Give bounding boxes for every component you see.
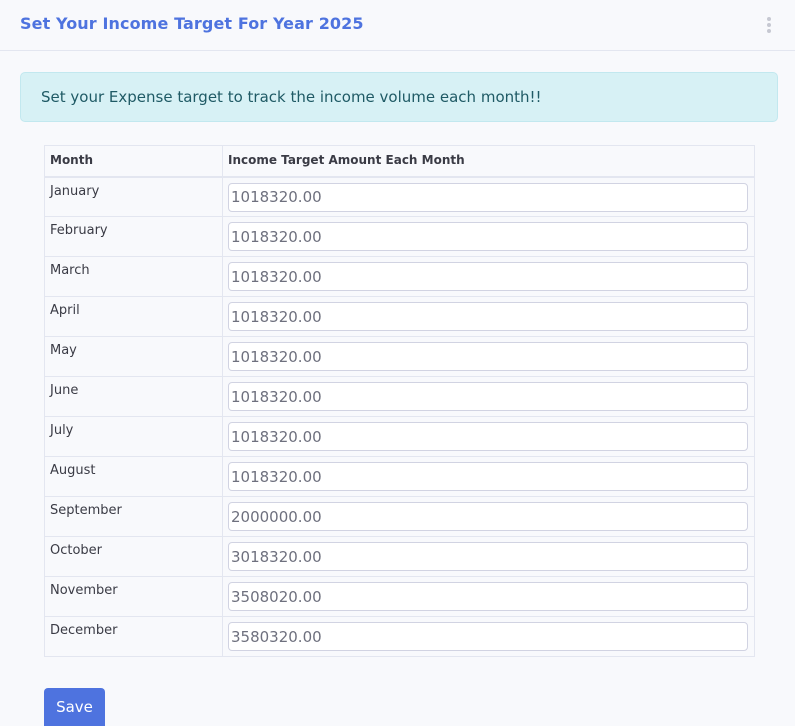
- info-alert: Set your Expense target to track the inc…: [20, 72, 778, 122]
- card-header: Set Your Income Target For Year 2025: [0, 0, 795, 51]
- amount-cell: [222, 216, 755, 257]
- amount-input-january[interactable]: [228, 182, 748, 212]
- table-row: August: [44, 456, 755, 497]
- income-target-table: Month Income Target Amount Each Month Ja…: [44, 145, 755, 657]
- month-label: January: [44, 176, 223, 217]
- amount-cell: [222, 536, 755, 577]
- amount-input-november[interactable]: [228, 582, 748, 611]
- amount-cell: [222, 256, 755, 297]
- month-label: September: [44, 496, 223, 537]
- amount-input-august[interactable]: [228, 462, 748, 491]
- month-label: February: [44, 216, 223, 257]
- vertical-dots-icon[interactable]: [766, 17, 772, 33]
- table-row: March: [44, 256, 755, 297]
- page-title: Set Your Income Target For Year 2025: [20, 14, 364, 33]
- month-label: November: [44, 576, 223, 617]
- table-header-row: Month Income Target Amount Each Month: [44, 145, 755, 178]
- table-row: September: [44, 496, 755, 537]
- month-label: May: [44, 336, 223, 377]
- column-header-month: Month: [44, 145, 223, 178]
- amount-input-march[interactable]: [228, 262, 748, 291]
- month-label: April: [44, 296, 223, 337]
- amount-cell: [222, 416, 755, 457]
- column-header-amount: Income Target Amount Each Month: [222, 145, 755, 178]
- amount-cell: [222, 496, 755, 537]
- amount-cell: [222, 296, 755, 337]
- amount-input-december[interactable]: [228, 622, 748, 651]
- amount-input-may[interactable]: [228, 342, 748, 371]
- month-label: June: [44, 376, 223, 417]
- table-row: April: [44, 296, 755, 337]
- amount-cell: [222, 616, 755, 657]
- amount-cell: [222, 576, 755, 617]
- amount-input-september[interactable]: [228, 502, 748, 531]
- table-row: June: [44, 376, 755, 417]
- table-row: January: [44, 176, 755, 217]
- month-label: August: [44, 456, 223, 497]
- amount-cell: [222, 336, 755, 377]
- amount-input-july[interactable]: [228, 422, 748, 451]
- amount-cell: [222, 456, 755, 497]
- table-row: December: [44, 616, 755, 657]
- amount-cell: [222, 176, 755, 217]
- month-label: December: [44, 616, 223, 657]
- income-target-table-wrapper: Month Income Target Amount Each Month Ja…: [44, 145, 755, 657]
- amount-cell: [222, 376, 755, 417]
- amount-input-february[interactable]: [228, 222, 748, 251]
- month-label: March: [44, 256, 223, 297]
- amount-input-october[interactable]: [228, 542, 748, 571]
- month-label: July: [44, 416, 223, 457]
- table-row: February: [44, 216, 755, 257]
- table-row: July: [44, 416, 755, 457]
- table-row: November: [44, 576, 755, 617]
- table-row: May: [44, 336, 755, 377]
- save-button[interactable]: Save: [44, 688, 105, 726]
- amount-input-april[interactable]: [228, 302, 748, 331]
- amount-input-june[interactable]: [228, 382, 748, 411]
- month-label: October: [44, 536, 223, 577]
- table-row: October: [44, 536, 755, 577]
